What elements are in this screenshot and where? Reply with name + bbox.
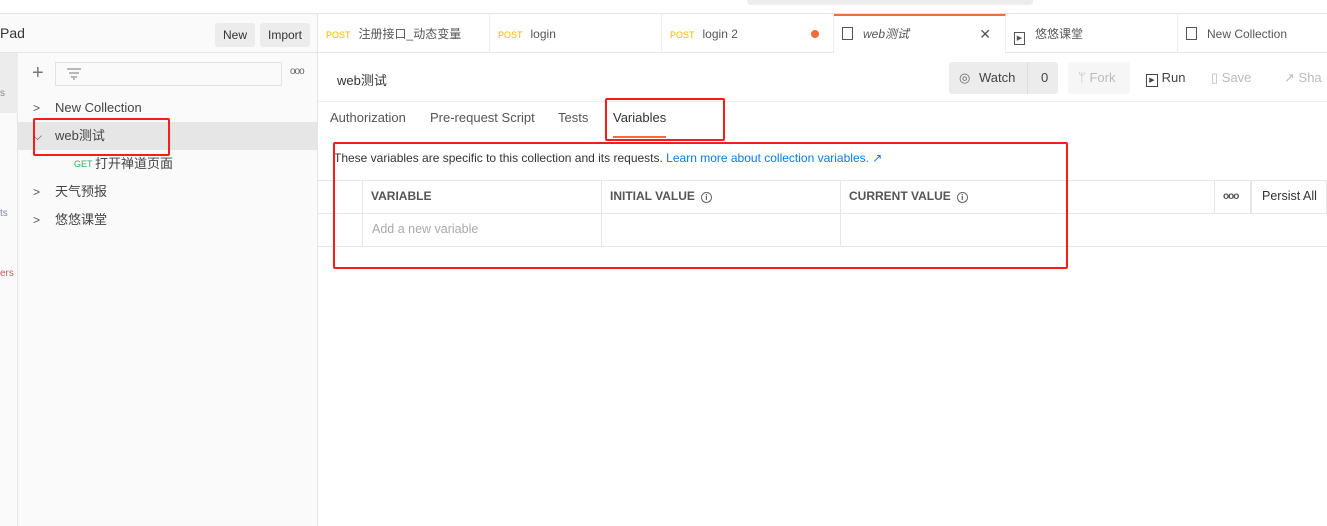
highlight-box [605, 98, 725, 141]
collection-item[interactable]: > 天气预报 [18, 178, 317, 206]
unsaved-dot-icon [811, 30, 819, 38]
filter-icon [67, 68, 81, 80]
play-icon: ▶ [1146, 74, 1158, 87]
import-button[interactable]: Import [260, 23, 311, 47]
more-options-icon[interactable]: ooo [290, 66, 305, 77]
tab-request[interactable]: POST login [490, 14, 662, 53]
collection-icon [842, 27, 853, 40]
run-button[interactable]: ▶ Run [1146, 62, 1185, 94]
rail-label[interactable]: s [0, 88, 5, 99]
collection-item[interactable]: > 悠悠课堂 [18, 206, 317, 234]
play-icon: ▶ [1014, 32, 1025, 45]
close-icon[interactable]: ✕ [979, 16, 991, 52]
new-button[interactable]: New [215, 23, 256, 47]
filter-input[interactable] [55, 62, 282, 86]
rail-item-collections[interactable] [0, 53, 18, 113]
tab-runner[interactable]: ▶ 悠悠课堂 [1006, 14, 1178, 53]
add-collection-icon[interactable]: + [32, 62, 44, 85]
subtab-tests[interactable]: Tests [558, 101, 588, 138]
tab-collection[interactable]: New Collection [1178, 14, 1327, 53]
eye-icon: ◎ [959, 70, 971, 85]
share-button[interactable]: ↗ Sha [1284, 62, 1322, 94]
save-button[interactable]: ▯ Save [1211, 62, 1251, 94]
subtab-pre-request-script[interactable]: Pre-request Script [430, 101, 535, 138]
subtab-authorization[interactable]: Authorization [330, 101, 406, 138]
fork-button[interactable]: ᛘ Fork [1068, 62, 1130, 94]
collection-icon [1186, 27, 1197, 40]
save-icon: ▯ [1211, 70, 1219, 85]
highlight-box [33, 118, 170, 156]
workspace-header: Pad New Import [0, 14, 318, 53]
workspace-title: Pad [0, 25, 25, 41]
tab-request[interactable]: POST login 2 [662, 14, 834, 53]
left-rail [0, 53, 18, 526]
rail-label[interactable]: ers [0, 268, 14, 279]
tab-collection-active[interactable]: web测试 ✕ [834, 14, 1006, 54]
watch-count: 0 [1027, 62, 1048, 94]
persist-all-button[interactable]: Persist All [1251, 180, 1327, 213]
top-search-bar[interactable] [747, 0, 1033, 5]
tab-request[interactable]: POST 注册接口_动态变量 [318, 14, 490, 53]
fork-icon: ᛘ [1078, 70, 1086, 85]
collection-title: web测试 [337, 73, 387, 88]
rail-label[interactable]: ts [0, 208, 8, 219]
share-icon: ↗ [1284, 70, 1295, 85]
table-more-icon[interactable]: ooo [1215, 180, 1251, 213]
tab-bar: POST 注册接口_动态变量 POST login POST login 2 web测… [318, 14, 1327, 54]
watch-button[interactable]: ◎ Watch 0 [949, 62, 1058, 94]
highlight-box [333, 142, 1068, 269]
